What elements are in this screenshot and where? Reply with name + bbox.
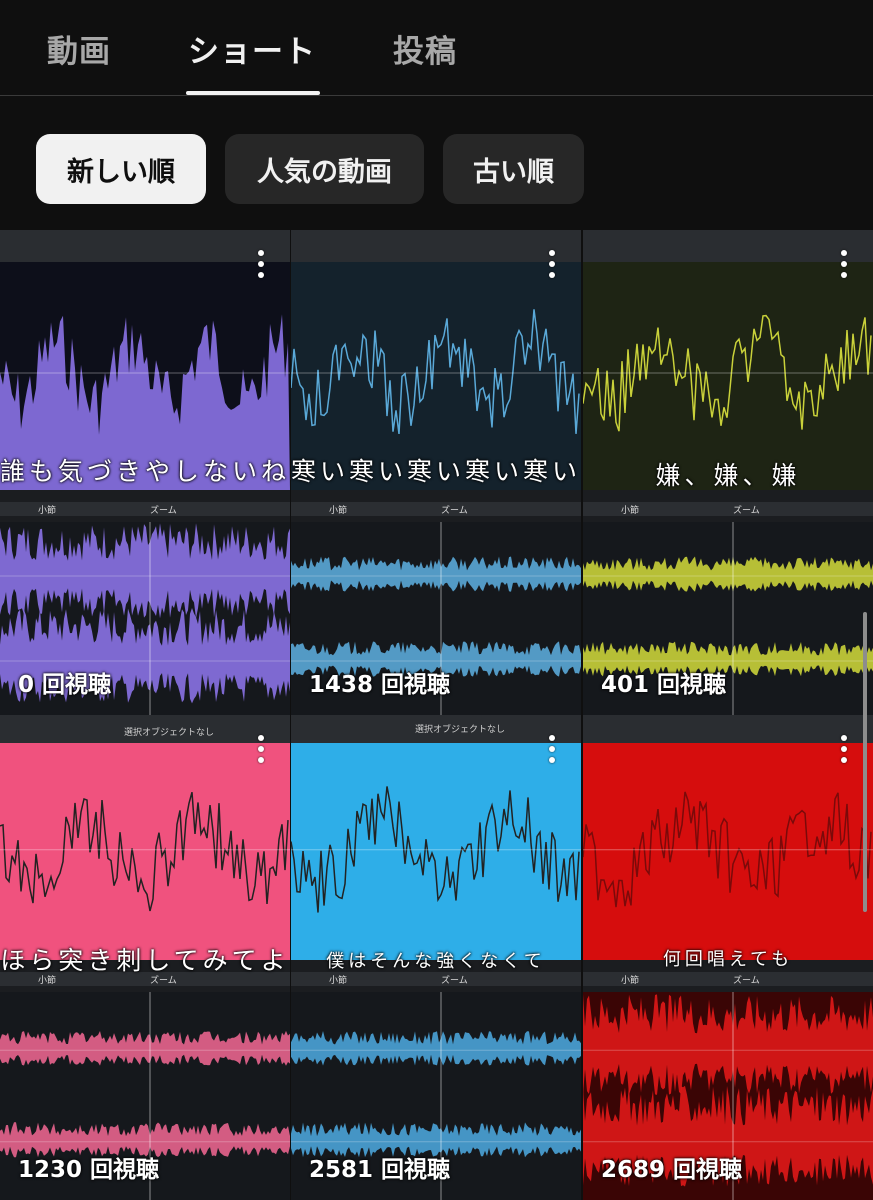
tab-videos[interactable]: 動画 [47, 26, 111, 71]
short-thumbnail[interactable]: 小節 ズーム 何回唱えても 2689 回視聴 [583, 715, 873, 1200]
zoom-label: ズーム [441, 974, 468, 986]
measure-label: 小節 [38, 504, 56, 516]
zoom-label: ズーム [733, 504, 760, 516]
short-caption: 僕はそんな強くなくて [326, 951, 546, 972]
no-selection-label: 選択オブジェクトなし [415, 725, 506, 735]
short-caption: 誰も気づきやしないね [0, 457, 290, 486]
more-vert-icon[interactable] [256, 250, 266, 282]
filter-chip-newest[interactable]: 新しい順 [36, 134, 206, 204]
short-caption: 寒い寒い寒い寒い寒い [291, 457, 581, 486]
view-count: 1230 回視聴 [18, 1157, 160, 1183]
short-thumbnail[interactable]: 小節 ズーム 誰も気づきやしないね 0 回視聴 [0, 230, 290, 715]
more-vert-icon[interactable] [547, 735, 557, 767]
short-thumbnail[interactable]: 小節 ズーム 寒い寒い寒い寒い寒い 1438 回視聴 [291, 230, 581, 715]
view-count: 0 回視聴 [18, 672, 112, 698]
view-count: 401 回視聴 [601, 672, 727, 698]
zoom-label: ズーム [733, 974, 760, 986]
active-tab-indicator [186, 91, 320, 95]
scrollbar[interactable] [863, 612, 867, 912]
measure-label: 小節 [329, 504, 347, 516]
view-count: 2689 回視聴 [601, 1157, 743, 1183]
view-count: 2581 回視聴 [309, 1157, 451, 1183]
short-thumbnail[interactable]: 小節 ズーム ほら突き刺してみてよ 1230 回視聴 [0, 715, 290, 1200]
zoom-label: ズーム [441, 504, 468, 516]
filter-chip-popular[interactable]: 人気の動画 [225, 134, 424, 204]
short-thumbnail[interactable]: 小節 ズーム 僕はそんな強くなくて 2581 回視聴 [291, 715, 581, 1200]
measure-label: 小節 [621, 504, 639, 516]
more-vert-icon[interactable] [839, 735, 849, 767]
more-vert-icon[interactable] [547, 250, 557, 282]
short-caption: 嫌、嫌、嫌 [655, 461, 801, 490]
no-selection-label: 選択オブジェクトなし [124, 728, 215, 738]
measure-label: 小節 [621, 974, 639, 986]
zoom-label: ズーム [150, 504, 177, 516]
tab-shorts[interactable]: ショート [188, 26, 316, 71]
filter-chip-oldest[interactable]: 古い順 [443, 134, 584, 204]
measure-label: 小節 [329, 974, 347, 986]
view-count: 1438 回視聴 [309, 672, 451, 698]
more-vert-icon[interactable] [839, 250, 849, 282]
short-caption: 何回唱えても [662, 949, 794, 970]
tab-posts[interactable]: 投稿 [393, 26, 457, 71]
short-caption: ほら突き刺してみてよ [0, 946, 290, 975]
short-thumbnail[interactable]: 小節 ズーム 嫌、嫌、嫌 401 回視聴 [583, 230, 873, 715]
tab-bar: 動画 ショート 投稿 [0, 0, 873, 96]
more-vert-icon[interactable] [256, 735, 266, 767]
